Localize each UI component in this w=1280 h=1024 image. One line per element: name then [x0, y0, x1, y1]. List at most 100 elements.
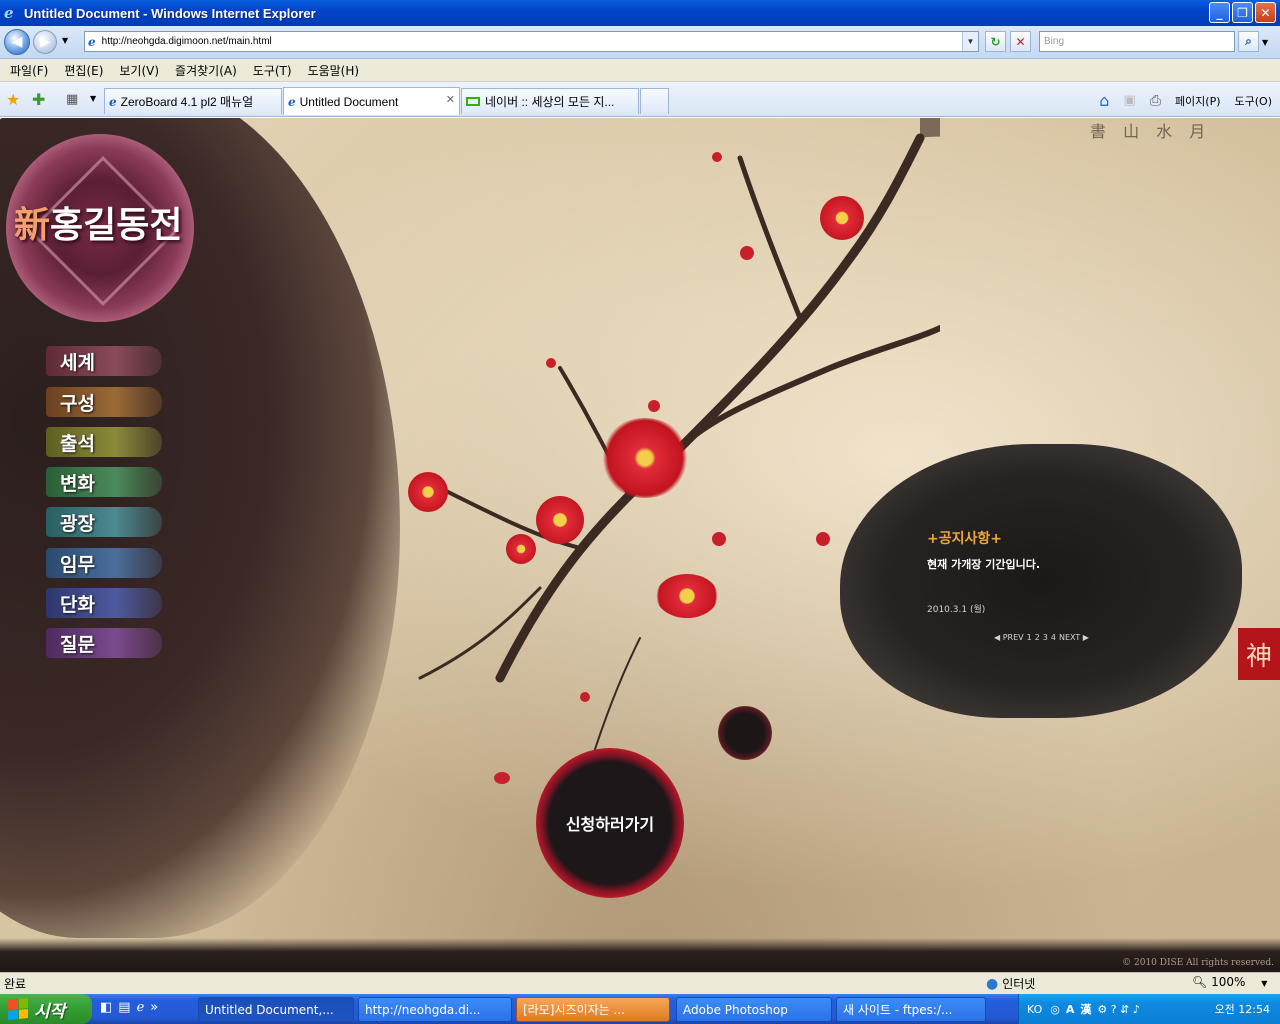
site-logo[interactable]: 新홍길동전 — [14, 196, 183, 248]
bud — [648, 400, 660, 412]
address-url[interactable]: http://neohgda.digimoon.net/main.html — [102, 36, 272, 47]
hanja-icon[interactable]: 漢 — [1080, 1001, 1091, 1017]
feeds-icon[interactable]: ▣ — [1123, 93, 1135, 108]
zone-label: 인터넷 — [1002, 977, 1036, 991]
nav-attendance[interactable]: 출석 — [46, 427, 162, 457]
menu-file[interactable]: 파일(F) — [10, 62, 48, 79]
ime-mode-icon[interactable]: A — [1066, 1003, 1075, 1016]
add-favorite-icon[interactable]: ✚ — [32, 90, 45, 109]
tab-untitled-document[interactable]: e Untitled Document ✕ — [283, 87, 460, 115]
page-menu[interactable]: 페이지(P) — [1175, 93, 1221, 109]
show-desktop-icon[interactable]: ◧ — [100, 1000, 112, 1015]
address-toolbar: ◀ ▶ ▼ e http://neohgda.digimoon.net/main… — [0, 26, 1280, 59]
taskbar-button-filezilla[interactable]: 새 사이트 - ftpes:/... — [836, 997, 986, 1022]
ie-quicklaunch-icon[interactable]: ℯ — [137, 1000, 145, 1015]
window-title: Untitled Document - Windows Internet Exp… — [24, 5, 316, 21]
ie-page-icon: e — [109, 94, 117, 109]
ime-icon[interactable]: ◎ — [1050, 1003, 1060, 1016]
taskbar-button-photoshop[interactable]: Adobe Photoshop — [676, 997, 832, 1022]
refresh-button[interactable]: ↻ — [985, 31, 1006, 52]
more-quicklaunch-icon[interactable]: » — [150, 1000, 158, 1015]
blossom — [656, 574, 718, 618]
pager-page-2[interactable]: 2 — [1035, 633, 1040, 642]
pager-next[interactable]: NEXT ▶ — [1059, 633, 1089, 642]
stop-button[interactable]: ✕ — [1010, 31, 1031, 52]
menu-edit[interactable]: 편집(E) — [64, 62, 103, 79]
tray-icons[interactable]: ⚙ ? ⇵ ♪ — [1097, 1003, 1139, 1016]
minimize-button[interactable]: _ — [1209, 2, 1230, 23]
blossom — [506, 534, 536, 564]
close-button[interactable]: ✕ — [1255, 2, 1276, 23]
nav-story[interactable]: 단화 — [46, 588, 162, 618]
windows-flag-icon — [8, 997, 28, 1021]
tab-zeroboard[interactable]: e ZeroBoard 4.1 pl2 매뉴얼 — [104, 88, 282, 114]
address-dropdown-icon[interactable]: ▼ — [962, 32, 978, 51]
taskbar-button-ie-neohgda[interactable]: http://neohgda.di... — [358, 997, 512, 1022]
quick-tabs-icon[interactable]: ▦ — [66, 92, 78, 107]
blossom — [536, 496, 584, 544]
nav-mission[interactable]: 임무 — [46, 548, 162, 578]
apply-button[interactable]: 신청하러가기 — [536, 748, 684, 898]
pager-page-1[interactable]: 1 — [1027, 633, 1032, 642]
logo-title: 홍길동전 — [50, 204, 183, 246]
logo-hanja: 新 — [14, 204, 51, 246]
notice-panel — [840, 444, 1242, 718]
notice-body[interactable]: 현재 가개장 기간입니다. — [927, 556, 1040, 572]
back-button[interactable]: ◀ — [4, 29, 30, 55]
status-bar: 완료 ● 인터넷 🔍︎ 100% ▼ — [0, 972, 1280, 994]
zoom-icon: 🔍︎ — [1192, 975, 1208, 989]
new-tab-button[interactable] — [640, 88, 669, 114]
search-button[interactable]: ⌕ — [1238, 31, 1259, 52]
favorites-star-icon[interactable]: ★ — [6, 90, 20, 109]
pager-prev[interactable]: ◀ PREV — [994, 633, 1024, 642]
bud — [494, 772, 510, 784]
nav-plaza[interactable]: 광장 — [46, 507, 162, 537]
menu-tools[interactable]: 도구(T) — [253, 62, 292, 79]
taskbar-button-messenger[interactable]: [라모]시즈이자는 ... — [516, 997, 670, 1022]
menu-favorites[interactable]: 즐겨찾기(A) — [175, 62, 237, 79]
menu-bar: 파일(F) 편집(E) 보기(V) 즐겨찾기(A) 도구(T) 도움말(H) — [0, 59, 1280, 82]
zoom-dropdown-icon[interactable]: ▼ — [1261, 979, 1267, 988]
address-bar[interactable]: e http://neohgda.digimoon.net/main.html … — [84, 31, 979, 52]
web-page: 書 山 水 月 新홍길동전 세계 구성 출석 변화 광장 임무 단화 질문 +공… — [0, 118, 1280, 972]
tools-menu[interactable]: 도구(O) — [1235, 93, 1272, 109]
ie-page-icon: e — [288, 94, 296, 109]
notepad-icon[interactable]: ▤ — [118, 1000, 130, 1015]
menu-help[interactable]: 도움말(H) — [308, 62, 360, 79]
tab-naver[interactable]: 네이버 :: 세상의 모든 지... — [461, 88, 639, 114]
blossom — [408, 472, 448, 512]
red-seal-stamp: 神 — [1238, 628, 1280, 680]
start-button[interactable]: 시작 — [0, 994, 92, 1024]
notice-date: 2010.3.1 (월) — [927, 605, 986, 615]
security-zone[interactable]: ● 인터넷 — [986, 975, 1035, 992]
naver-icon — [466, 97, 480, 106]
pager-page-4[interactable]: 4 — [1051, 633, 1056, 642]
ime-language[interactable]: KO — [1027, 1003, 1042, 1016]
nav-composition[interactable]: 구성 — [46, 387, 162, 417]
maximize-button[interactable]: ❐ — [1232, 2, 1253, 23]
taskbar-button-untitled-document[interactable]: Untitled Document,... — [198, 997, 354, 1022]
bud — [712, 152, 722, 162]
search-input[interactable]: Bing — [1039, 31, 1235, 52]
home-icon[interactable]: ⌂ — [1099, 91, 1109, 110]
menu-view[interactable]: 보기(V) — [119, 62, 159, 79]
zoom-control[interactable]: 🔍︎ 100% ▼ — [1192, 975, 1267, 989]
nav-world[interactable]: 세계 — [46, 346, 162, 376]
pager-page-3[interactable]: 3 — [1043, 633, 1048, 642]
tab-label: ZeroBoard 4.1 pl2 매뉴얼 — [120, 95, 254, 109]
nav-change[interactable]: 변화 — [46, 467, 162, 497]
forward-button[interactable]: ▶ — [33, 30, 57, 54]
system-tray: KO ◎ A 漢 ⚙ ? ⇵ ♪ 오전 12:54 — [1018, 994, 1280, 1024]
quick-launch: ◧ ▤ ℯ » — [100, 1000, 158, 1015]
ink-dot — [718, 706, 772, 760]
bud — [580, 692, 590, 702]
search-options-icon[interactable]: ▼ — [1262, 38, 1268, 47]
bud — [546, 358, 556, 368]
status-text: 완료 — [4, 977, 27, 991]
notice-title: +공지사항+ — [927, 531, 1002, 547]
nav-question[interactable]: 질문 — [46, 628, 162, 658]
history-dropdown-icon[interactable]: ▼ — [62, 36, 68, 45]
print-icon[interactable]: ⎙ — [1150, 93, 1161, 109]
tab-list-dropdown-icon[interactable]: ▼ — [90, 94, 96, 103]
close-tab-icon[interactable]: ✕ — [446, 93, 455, 106]
